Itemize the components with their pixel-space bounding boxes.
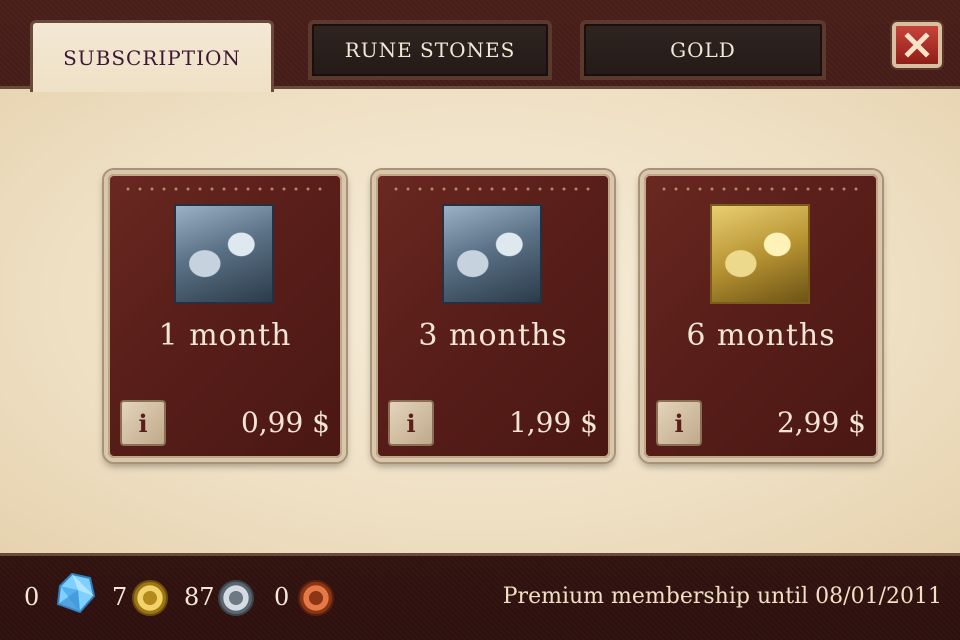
tab-rune-stones[interactable]: RUNE STONES (308, 20, 552, 80)
info-button[interactable]: i (120, 400, 166, 446)
tab-subscription-label: SUBSCRIPTION (63, 45, 241, 70)
character-portrait-gold-image (710, 204, 810, 304)
tab-gold-label: GOLD (670, 38, 736, 62)
subscription-card-3-months[interactable]: 3 months i 1,99 $ (372, 170, 614, 462)
character-portrait-image (442, 204, 542, 304)
tab-rune-stones-label: RUNE STONES (344, 38, 516, 62)
card-stitching (658, 186, 864, 192)
close-button[interactable] (892, 22, 942, 68)
tab-subscription[interactable]: SUBSCRIPTION (30, 20, 274, 92)
info-icon: i (138, 408, 148, 438)
subscription-card-6-months[interactable]: 6 months i 2,99 $ (640, 170, 882, 462)
subscription-card-1-month[interactable]: 1 month i 0,99 $ (104, 170, 346, 462)
card-stitching (122, 186, 328, 192)
tab-gold[interactable]: GOLD (580, 20, 826, 80)
card-price: 0,99 $ (240, 406, 330, 439)
info-button[interactable]: i (388, 400, 434, 446)
close-x-icon (904, 32, 930, 58)
info-icon: i (674, 408, 684, 438)
card-stitching (390, 186, 596, 192)
card-duration: 6 months (686, 318, 836, 353)
character-portrait-image (174, 204, 274, 304)
currency-bar (0, 556, 960, 640)
card-price: 1,99 $ (508, 406, 598, 439)
card-duration: 1 month (158, 318, 292, 353)
card-price: 2,99 $ (776, 406, 866, 439)
card-duration: 3 months (418, 318, 568, 353)
info-button[interactable]: i (656, 400, 702, 446)
info-icon: i (406, 408, 416, 438)
